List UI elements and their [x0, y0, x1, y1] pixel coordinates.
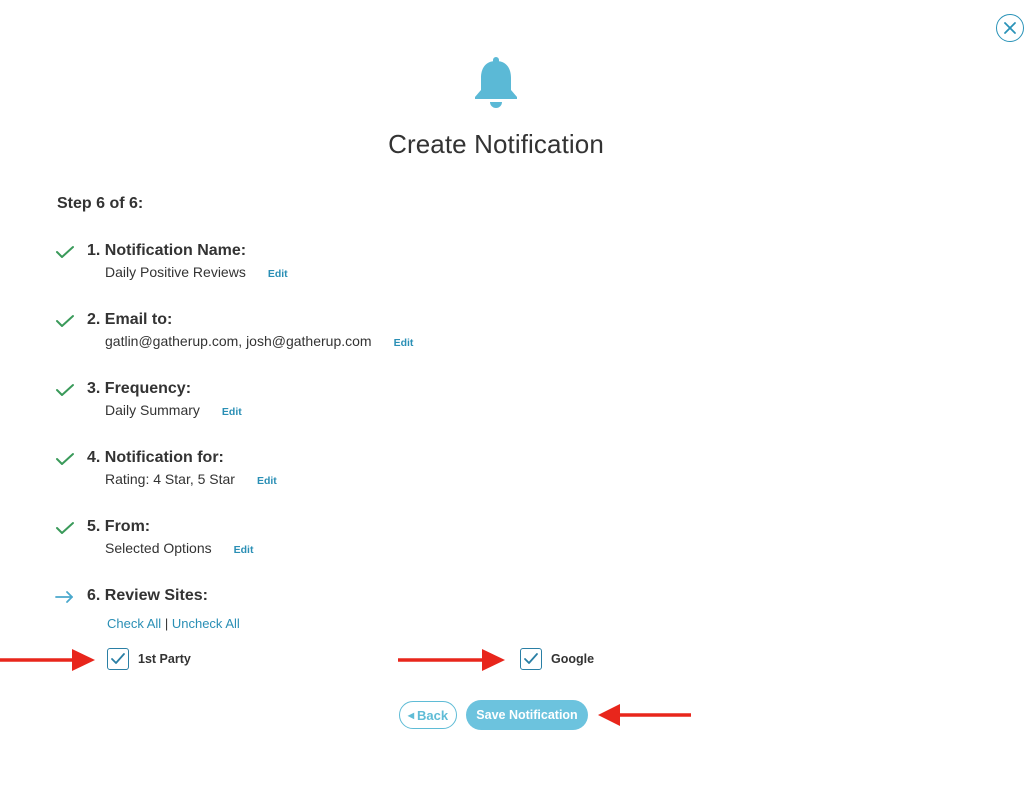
- annotation-arrow-icon: [398, 649, 505, 671]
- site-label: 1st Party: [138, 652, 191, 666]
- create-notification-dialog: Create Notification Step 6 of 6: 1. Noti…: [0, 0, 1033, 792]
- save-notification-button[interactable]: Save Notification: [466, 700, 588, 730]
- edit-notification-for-link[interactable]: Edit: [257, 475, 277, 487]
- annotation-arrow-icon: [0, 649, 95, 671]
- edit-frequency-link[interactable]: Edit: [222, 406, 242, 418]
- checkmark-icon: [524, 653, 538, 664]
- uncheck-all-link[interactable]: Uncheck All: [172, 616, 240, 631]
- step-counter: Step 6 of 6:: [57, 195, 144, 212]
- step-heading: 3. Frequency:: [87, 380, 192, 397]
- page-title: Create Notification: [388, 129, 604, 159]
- step-heading: 2. Email to:: [87, 311, 173, 328]
- step-heading: 1. Notification Name:: [87, 242, 247, 259]
- step-heading: 4. Notification for:: [87, 449, 224, 466]
- step-value: gatlin@gatherup.com, josh@gatherup.com: [105, 333, 372, 349]
- step-value: Selected Options: [105, 540, 212, 556]
- checkmark-icon: [56, 246, 74, 258]
- step-value: Daily Positive Reviews: [105, 264, 246, 280]
- bell-icon: [475, 57, 517, 108]
- close-button[interactable]: [996, 14, 1024, 42]
- edit-notification-name-link[interactable]: Edit: [268, 268, 288, 280]
- checkmark-icon: [56, 384, 74, 396]
- step-heading: 6. Review Sites:: [87, 587, 208, 604]
- site-option-1st-party[interactable]: 1st Party: [107, 648, 191, 670]
- checkbox-google[interactable]: [520, 648, 542, 670]
- step-value: Daily Summary: [105, 402, 200, 418]
- checkbox-1st-party[interactable]: [107, 648, 129, 670]
- checkmark-icon: [111, 653, 125, 664]
- checkmark-icon: [56, 453, 74, 465]
- arrow-right-icon: [55, 591, 73, 603]
- close-icon: [1004, 22, 1016, 34]
- site-label: Google: [551, 652, 595, 666]
- edit-email-to-link[interactable]: Edit: [394, 337, 414, 349]
- step-value: Rating: 4 Star, 5 Star: [105, 471, 235, 487]
- check-links: Check All | Uncheck All: [107, 616, 240, 631]
- caret-left-icon: ◀: [407, 710, 415, 720]
- edit-from-link[interactable]: Edit: [234, 544, 254, 556]
- back-label: Back: [417, 707, 449, 723]
- link-separator: |: [164, 616, 169, 631]
- check-all-link[interactable]: Check All: [107, 616, 161, 631]
- step-heading: 5. From:: [87, 518, 151, 535]
- site-option-google[interactable]: Google: [520, 648, 594, 670]
- annotation-arrow-icon: [598, 704, 691, 726]
- checkmark-icon: [56, 522, 74, 534]
- back-button[interactable]: ◀ Back: [399, 701, 457, 729]
- checkmark-icon: [56, 315, 74, 327]
